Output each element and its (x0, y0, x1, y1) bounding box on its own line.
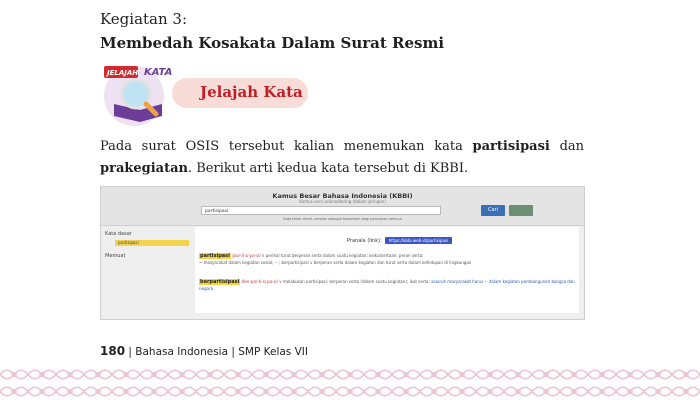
intro-paragraph: Pada surat OSIS tersebut kalian menemuka… (100, 136, 584, 180)
entry-berpartisipasi: berpartisipasi /ber·par·ti·si·pa·si/ v m… (199, 279, 575, 292)
entry1-pronunciation: /par·ti·si·pa·si/ (232, 253, 261, 258)
kbbi-result-panel: Pranala (link): https://kbbi.web.id/parti… (195, 227, 579, 313)
paragraph-line1-text: Pada surat OSIS tersebut kalian menemuka… (100, 139, 473, 154)
entry2-definition: v melakukan partisipasi; berperan serta … (279, 279, 430, 284)
sidebar-item-selected[interactable]: partisipasi (115, 240, 189, 246)
pranala-label: Pranala (link): (347, 238, 382, 244)
book-title: | Bahasa Indonesia | SMP Kelas VII (128, 346, 308, 358)
paragraph-line1-end: dan (549, 139, 585, 154)
logo-text-right: KATA (144, 67, 172, 78)
kbbi-search-button[interactable]: Cari (481, 205, 505, 216)
keyword-prakegiatan: prakegiatan (100, 161, 188, 176)
magnifier-book-icon: JELAJAH KATA (104, 66, 172, 126)
kbbi-screenshot: Kamus Besar Bahasa Indonesia (KBBI) Kamu… (100, 186, 585, 320)
kbbi-subtitle: Kamus versi online/daring (dalam jaringa… (299, 199, 386, 204)
jelajah-kata-badge: JELAJAH KATA Jelajah Kata (100, 58, 310, 128)
entry-partisipasi: partisipasi /par·ti·si·pa·si/ n perihal … (199, 253, 575, 266)
paragraph-line-2: prakegiatan. Berikut arti kedua kata ter… (100, 158, 584, 180)
entry2-pronunciation: /ber·par·ti·si·pa·si/ (241, 279, 278, 284)
kbbi-hint: Kata telah dicari, simpan sebagai bookma… (283, 217, 402, 221)
pranala-row: Pranala (link): https://kbbi.web.id/parti… (347, 237, 453, 244)
entry1-example: ~ masyarakat dalam kegiatan sosial; -- ;… (199, 259, 472, 265)
entry1-word: partisipasi (199, 253, 231, 259)
page-footer: 180 | Bahasa Indonesia | SMP Kelas VII (100, 344, 308, 358)
kbbi-search-input[interactable]: partisipasi (201, 206, 441, 215)
logo-text-left: JELAJAH (105, 69, 138, 77)
paragraph-line-1: Pada surat OSIS tersebut kalian menemuka… (100, 136, 584, 158)
kbbi-header: Kamus Besar Bahasa Indonesia (KBBI) Kamu… (101, 187, 584, 226)
activity-title: Membedah Kosakata Dalam Surat Resmi (100, 34, 445, 52)
paragraph-line2-text: . Berikut arti kedua kata tersebut di KB… (187, 161, 469, 176)
sidebar-label-kata-dasar: Kata dasar (105, 231, 132, 237)
page-number: 180 (100, 344, 126, 358)
entry2-word: berpartisipasi (199, 279, 241, 285)
sidebar-label-memuat: Memuat (105, 253, 126, 259)
kbbi-secondary-button[interactable] (509, 205, 533, 216)
entry1-definition: n perihal turut berperan serta dalam sua… (261, 253, 424, 258)
activity-label: Kegiatan 3: (100, 10, 188, 28)
pranala-link[interactable]: https://kbbi.web.id/partisipasi (384, 237, 453, 244)
keyword-partisipasi: partisipasi (472, 139, 550, 154)
decorative-border-pattern (0, 366, 700, 400)
badge-label: Jelajah Kata (200, 83, 303, 101)
